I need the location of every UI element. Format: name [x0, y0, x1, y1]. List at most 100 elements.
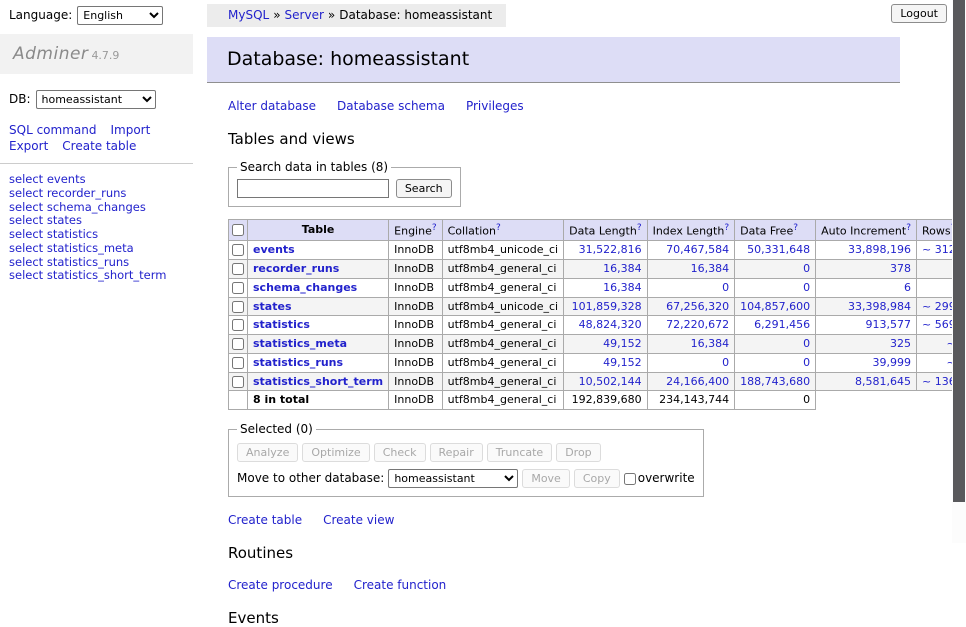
row-checkbox[interactable]: [232, 301, 244, 313]
collation-cell: utf8mb4_general_ci: [442, 260, 563, 279]
overwrite-checkbox[interactable]: [624, 473, 636, 485]
adminer-logo-text[interactable]: Adminer: [13, 44, 88, 64]
auto-increment-cell: 378: [816, 260, 917, 279]
analyze-button[interactable]: Analyze: [237, 443, 298, 462]
data-free-cell: 0: [735, 335, 816, 354]
table-row: eventsInnoDButf8mb4_unicode_ci31,522,816…: [229, 241, 966, 260]
move-label: Move to other database:: [237, 471, 384, 485]
select-all-checkbox[interactable]: [232, 224, 244, 236]
breadcrumb-link[interactable]: Server: [285, 8, 324, 22]
sidebar-action-link[interactable]: Create table: [62, 139, 136, 153]
collation-cell: utf8mb4_general_ci: [442, 335, 563, 354]
sidebar-table-link[interactable]: select recorder_runs: [9, 187, 193, 200]
sidebar-table-link[interactable]: select statistics: [9, 228, 193, 241]
table-name-link[interactable]: events: [253, 243, 295, 256]
table-name-link[interactable]: statistics_meta: [253, 337, 347, 350]
db-label: DB:: [9, 92, 31, 106]
row-checkbox[interactable]: [232, 376, 244, 388]
sidebar-action-link[interactable]: Import: [110, 123, 150, 137]
db-select[interactable]: homeassistant: [36, 90, 156, 109]
optimize-button[interactable]: Optimize: [302, 443, 369, 462]
engine-cell: InnoDB: [389, 372, 442, 391]
row-checkbox[interactable]: [232, 357, 244, 369]
data-free-cell: 0: [735, 353, 816, 372]
column-help-link[interactable]: ?: [432, 223, 437, 233]
search-input[interactable]: [237, 179, 389, 198]
move-button[interactable]: Move: [522, 469, 570, 488]
index-length-cell: 16,384: [647, 335, 735, 354]
row-checkbox[interactable]: [232, 263, 244, 275]
drop-button[interactable]: Drop: [556, 443, 600, 462]
sidebar-table-link[interactable]: select events: [9, 173, 193, 186]
sidebar-table-link[interactable]: select statistics_short_term: [9, 269, 193, 282]
auto-increment-cell: 33,398,984: [816, 297, 917, 316]
column-header: Auto Increment?: [816, 220, 917, 241]
routine-link[interactable]: Create function: [354, 578, 447, 592]
truncate-button[interactable]: Truncate: [487, 443, 552, 462]
move-db-select[interactable]: homeassistant: [388, 469, 518, 488]
row-checkbox[interactable]: [232, 282, 244, 294]
breadcrumb-link[interactable]: MySQL: [228, 8, 269, 22]
totals-collation: utf8mb4_general_ci: [442, 391, 563, 410]
database-action-link[interactable]: Privileges: [466, 99, 524, 113]
sidebar-action-link[interactable]: Export: [9, 139, 48, 153]
routines-heading: Routines: [228, 544, 879, 562]
totals-data-length: 192,839,680: [564, 391, 647, 410]
overwrite-label: overwrite: [638, 471, 695, 485]
data-free-cell: 50,331,648: [735, 241, 816, 260]
breadcrumb-separator: »: [273, 8, 280, 22]
sidebar-actions: SQL command Import Export Create table: [9, 123, 184, 154]
table-name-link[interactable]: schema_changes: [253, 281, 357, 294]
sidebar-table-links: select eventsselect recorder_runsselect …: [9, 173, 193, 282]
language-select[interactable]: English: [77, 6, 163, 25]
engine-cell: InnoDB: [389, 316, 442, 335]
selected-buttons-row: AnalyzeOptimize CheckRepairTruncateDrop: [237, 443, 695, 462]
column-help-link[interactable]: ?: [793, 223, 798, 233]
check-button[interactable]: Check: [374, 443, 426, 462]
move-row: Move to other database: homeassistantMove…: [237, 469, 695, 488]
row-checkbox[interactable]: [232, 319, 244, 331]
sidebar-table-link[interactable]: select states: [9, 214, 193, 227]
table-name-link[interactable]: states: [253, 300, 292, 313]
auto-increment-cell: 6: [816, 278, 917, 297]
page-title: Database: homeassistant: [207, 37, 900, 83]
collation-cell: utf8mb4_general_ci: [442, 353, 563, 372]
create-link[interactable]: Create view: [323, 513, 394, 527]
table-name-link[interactable]: statistics: [253, 318, 310, 331]
search-fieldset: Search data in tables (8) Search: [228, 160, 461, 207]
column-help-link[interactable]: ?: [496, 223, 501, 233]
database-action-link[interactable]: Alter database: [228, 99, 316, 113]
repair-button[interactable]: Repair: [430, 443, 483, 462]
create-links: Create table Create view: [228, 513, 879, 527]
index-length-cell: 16,384: [647, 260, 735, 279]
sidebar-table-link[interactable]: select statistics_runs: [9, 256, 193, 269]
column-help-link[interactable]: ?: [637, 223, 642, 233]
create-link[interactable]: Create table: [228, 513, 302, 527]
column-help-link[interactable]: ?: [906, 223, 911, 233]
column-header: Collation?: [442, 220, 563, 241]
table-row: statistics_short_termInnoDButf8mb4_gener…: [229, 372, 966, 391]
sidebar-table-link[interactable]: select statistics_meta: [9, 242, 193, 255]
vertical-scrollbar[interactable]: [952, 0, 966, 543]
index-length-cell: 0: [647, 278, 735, 297]
table-name-link[interactable]: statistics_runs: [253, 356, 343, 369]
routine-link[interactable]: Create procedure: [228, 578, 333, 592]
column-header: Data Free?: [735, 220, 816, 241]
sidebar-table-link[interactable]: select schema_changes: [9, 201, 193, 214]
tables-heading: Tables and views: [228, 130, 879, 148]
data-length-cell: 49,152: [564, 353, 647, 372]
table-name-link[interactable]: recorder_runs: [253, 262, 339, 275]
table-name-link[interactable]: statistics_short_term: [253, 375, 383, 388]
column-help-link[interactable]: ?: [724, 223, 729, 233]
sidebar-action-link[interactable]: SQL command: [9, 123, 96, 137]
scrollbar-thumb[interactable]: [953, 0, 965, 502]
database-action-link[interactable]: Database schema: [337, 99, 445, 113]
index-length-cell: 70,467,584: [647, 241, 735, 260]
data-length-cell: 101,859,328: [564, 297, 647, 316]
row-checkbox[interactable]: [232, 244, 244, 256]
row-checkbox[interactable]: [232, 338, 244, 350]
copy-button[interactable]: Copy: [574, 469, 620, 488]
table-header-row: TableEngine?Collation?Data Length?Index …: [229, 220, 966, 241]
index-length-cell: 0: [647, 353, 735, 372]
search-button[interactable]: Search: [396, 179, 452, 198]
